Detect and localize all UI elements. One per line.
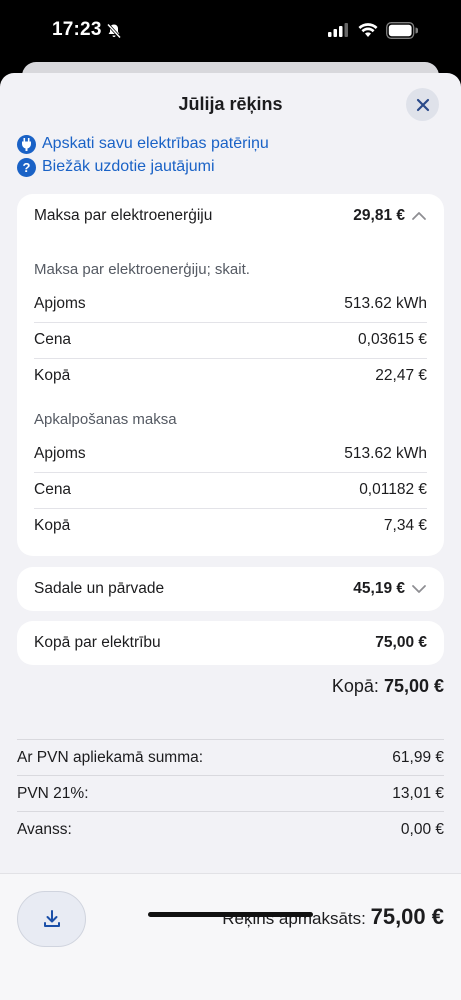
- summary-value: 13,01 €: [392, 785, 444, 802]
- summary-row: Ar PVN apliekamā summa: 61,99 €: [17, 740, 444, 776]
- distribution-card[interactable]: Sadale un pārvade 45,19 €: [17, 567, 444, 611]
- energy-charge-amount: 29,81 €: [353, 207, 405, 224]
- summary-label: PVN 21%:: [17, 785, 89, 802]
- table-row: Apjoms 513.62 kWh: [34, 436, 427, 472]
- grand-total: Kopā: 75,00 €: [332, 676, 444, 697]
- row-value: 513.62 kWh: [344, 295, 427, 312]
- close-icon: [416, 98, 429, 111]
- row-value: 7,34 €: [383, 517, 427, 534]
- faq-link[interactable]: ? Biežāk uzdotie jautājumi: [17, 156, 215, 178]
- electricity-total-card: Kopā par elektrību 75,00 €: [17, 621, 444, 665]
- row-label: Cena: [34, 481, 72, 498]
- faq-link-label: Biežāk uzdotie jautājumi: [42, 158, 215, 175]
- distribution-amount: 45,19 €: [353, 580, 405, 597]
- energy-charge-label: Maksa par elektroenerģiju: [34, 207, 213, 224]
- paid-amount: 75,00 €: [370, 904, 444, 929]
- grand-total-label: Kopā:: [331, 676, 379, 696]
- grand-total-amount: 75,00 €: [383, 676, 444, 696]
- summary-row: Avanss: 0,00 €: [17, 812, 444, 848]
- wifi-icon: [358, 23, 378, 37]
- energy-charge-header[interactable]: Maksa par elektroenerģiju 29,81 €: [34, 206, 427, 226]
- summary-row: PVN 21%: 13,01 €: [17, 776, 444, 812]
- summary-label: Avanss:: [17, 821, 72, 838]
- cellular-signal-icon: [328, 23, 348, 37]
- group-title: Maksa par elektroenerģiju; skait.: [34, 261, 250, 278]
- status-bar: 17:23: [0, 0, 461, 62]
- table-row: Cena 0,01182 €: [34, 472, 427, 508]
- paid-status: Rēķins apmaksāts: 75,00 €: [222, 904, 444, 930]
- electricity-total-header: Kopā par elektrību 75,00 €: [34, 633, 427, 653]
- close-button[interactable]: [406, 88, 439, 121]
- summary-label: Ar PVN apliekamā summa:: [17, 749, 204, 766]
- bell-off-icon: [106, 23, 122, 39]
- energy-charge-card: Maksa par elektroenerģiju 29,81 € Maksa …: [17, 194, 444, 556]
- consumption-link[interactable]: Apskati savu elektrības patēriņu: [17, 133, 269, 155]
- footer-bar: Rēķins apmaksāts: 75,00 €: [0, 873, 461, 1000]
- chevron-up-icon[interactable]: [411, 208, 427, 224]
- distribution-header[interactable]: Sadale un pārvade 45,19 €: [34, 579, 427, 599]
- row-value: 22,47 €: [375, 367, 427, 384]
- status-time: 17:23: [52, 19, 102, 40]
- electricity-total-amount: 75,00 €: [375, 634, 427, 651]
- question-icon: ?: [17, 157, 36, 177]
- chevron-down-icon[interactable]: [411, 581, 427, 597]
- table-row: Kopā 7,34 €: [34, 508, 427, 544]
- group-title: Apkalpošanas maksa: [34, 411, 177, 428]
- electricity-total-label: Kopā par elektrību: [34, 634, 161, 651]
- row-label: Cena: [34, 331, 72, 348]
- row-label: Kopā: [34, 517, 71, 534]
- row-label: Apjoms: [34, 445, 86, 462]
- plug-icon: [17, 134, 36, 154]
- row-value: 513.62 kWh: [344, 445, 427, 462]
- row-label: Kopā: [34, 367, 71, 384]
- summary-value: 0,00 €: [400, 821, 444, 838]
- invoice-sheet: Jūlija rēķins Apskati savu elektrības pa…: [0, 73, 461, 1000]
- row-value: 0,01182 €: [359, 481, 427, 498]
- distribution-label: Sadale un pārvade: [34, 580, 165, 597]
- download-icon: [43, 910, 60, 927]
- table-row: Cena 0,03615 €: [34, 322, 427, 358]
- summary-value: 61,99 €: [392, 749, 444, 766]
- consumption-link-label: Apskati savu elektrības patēriņu: [42, 135, 269, 152]
- row-value: 0,03615 €: [358, 331, 427, 348]
- table-row: Apjoms 513.62 kWh: [34, 286, 427, 322]
- download-button[interactable]: [17, 891, 86, 947]
- row-label: Apjoms: [34, 295, 86, 312]
- sheet-title: Jūlija rēķins: [178, 94, 283, 114]
- battery-icon: [386, 22, 418, 39]
- table-row: Kopā 22,47 €: [34, 358, 427, 394]
- home-indicator[interactable]: [148, 912, 313, 917]
